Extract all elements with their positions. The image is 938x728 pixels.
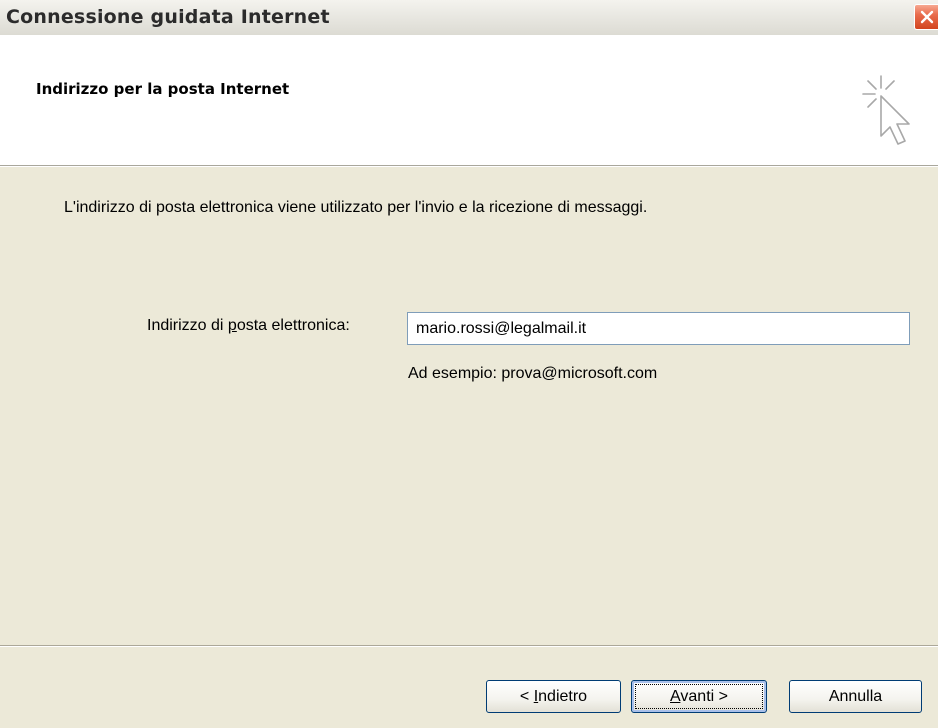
back-button[interactable]: < Indietro: [486, 680, 621, 713]
wizard-cursor-sparkle-icon: [862, 75, 910, 145]
next-button-label: Avanti >: [670, 688, 728, 705]
window-title: Connessione guidata Internet: [6, 6, 330, 28]
back-label-rest: ndietro: [538, 688, 588, 705]
wizard-header: Indirizzo per la posta Internet: [0, 35, 938, 166]
back-label-prefix: <: [519, 688, 534, 705]
email-field[interactable]: [407, 312, 910, 345]
example-hint: Ad esempio: prova@microsoft.com: [408, 365, 658, 382]
email-label-start: Indirizzo di: [147, 317, 228, 334]
title-bar[interactable]: Connessione guidata Internet: [0, 0, 938, 36]
next-button[interactable]: Avanti >: [631, 680, 767, 713]
email-label-end: osta elettronica:: [236, 317, 350, 334]
footer-separator-highlight: [0, 646, 938, 647]
close-button[interactable]: [914, 4, 938, 30]
cancel-button-label: Annulla: [828, 688, 883, 705]
next-label-rest: vanti >: [680, 688, 728, 705]
close-icon: [920, 10, 934, 24]
next-label-accelerator: A: [670, 688, 681, 705]
cancel-button[interactable]: Annulla: [789, 680, 922, 713]
back-button-label: < Indietro: [520, 688, 587, 705]
intro-text: L'indirizzo di posta elettronica viene u…: [64, 199, 648, 216]
header-separator: [0, 166, 938, 167]
page-title: Indirizzo per la posta Internet: [36, 80, 290, 98]
wizard-window: Connessione guidata Internet Indirizzo p…: [0, 0, 938, 728]
email-field-label: Indirizzo di posta elettronica:: [147, 317, 350, 335]
email-label-accelerator: p: [227, 317, 237, 334]
